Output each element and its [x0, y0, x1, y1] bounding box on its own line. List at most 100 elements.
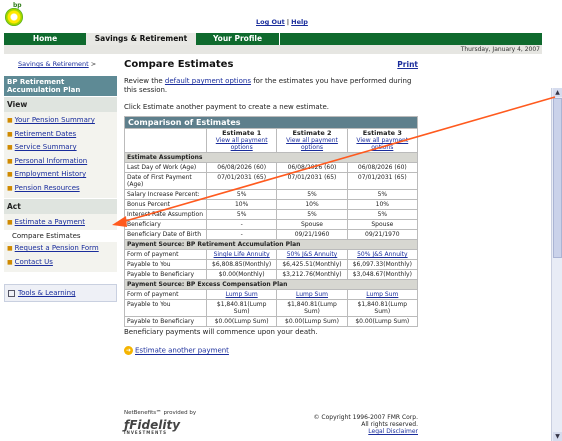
nav-label[interactable]: Contact Us [15, 258, 53, 266]
nav-your-pension-summary[interactable]: ■ Your Pension Summary [4, 114, 117, 128]
table-row: Payable to You $1,840.81(Lump Sum) $1,840.… [124, 299, 419, 317]
help-link[interactable]: Help [291, 18, 308, 26]
breadcrumb-separator: > [90, 60, 97, 68]
row-label: Salary Increase Percent: [124, 189, 207, 200]
top-links: Log Out | Help [256, 18, 308, 26]
title-row: Compare Estimates Print [124, 59, 418, 71]
logout-link[interactable]: Log Out [256, 18, 285, 26]
tab-your-profile[interactable]: Your Profile [196, 33, 280, 45]
nav-estimate-a-payment[interactable]: ■ Estimate a Payment [4, 216, 117, 230]
tools-learning-link[interactable]: Tools & Learning [18, 289, 76, 297]
table-cell: 06/08/2026 (60) [276, 162, 348, 173]
nav-label[interactable]: Personal Information [15, 157, 88, 165]
scroll-down-icon[interactable]: ▼ [553, 432, 562, 441]
nav-label[interactable]: Your Pension Summary [15, 116, 95, 124]
helios-icon [5, 8, 23, 26]
view-all-options-link-1[interactable]: View all payment options [209, 137, 274, 151]
arrow-right-icon: ➜ [124, 346, 133, 355]
intro-text-2: Click Estimate another payment to create… [124, 103, 329, 111]
view-all-options-link-3[interactable]: View all payment options [350, 137, 415, 151]
tab-home[interactable]: Home [4, 33, 86, 45]
scroll-thumb[interactable] [553, 98, 562, 258]
nav-label[interactable]: Request a Pension Form [15, 244, 99, 252]
comparison-table: Comparison of Estimates Estimate 1 View a… [124, 116, 419, 327]
bullet-icon: ■ [7, 130, 13, 138]
nav-contact-us[interactable]: ■ Contact Us [4, 256, 117, 270]
col-estimate-1: Estimate 1 View all payment options [205, 128, 278, 153]
table-cell: 07/01/2031 (65) [205, 172, 278, 190]
table-cell: $0.00(Monthly) [205, 269, 278, 280]
table-row: Form of payment Single Life Annuity 50% J&… [124, 249, 419, 260]
nav-label[interactable]: Service Summary [15, 143, 77, 151]
beneficiary-note: Beneficiary payments will commence upon … [124, 328, 318, 336]
bp-logo: bp [4, 2, 26, 28]
nav-service-summary[interactable]: ■ Service Summary [4, 141, 117, 155]
table-title: Comparison of Estimates [124, 116, 418, 129]
bullet-icon: ■ [7, 245, 13, 252]
table-cell: 10% [346, 199, 419, 210]
payment-form-link[interactable]: Lump Sum [296, 291, 328, 298]
nav-pension-resources[interactable]: ■ Pension Resources [4, 182, 117, 196]
default-payment-options-link[interactable]: default payment options [165, 77, 251, 85]
payment-form-link[interactable]: Lump Sum [366, 291, 398, 298]
vertical-scrollbar[interactable]: ▲ ▼ [551, 88, 562, 441]
print-link[interactable]: Print [397, 60, 418, 69]
act-list: ■ Estimate a Payment Compare Estimates ■ R… [4, 214, 117, 272]
payment-form-link[interactable]: 50% J&S Annuity [287, 251, 338, 258]
row-label: Payable to You [124, 259, 207, 270]
nav-label[interactable]: Employment History [15, 170, 87, 178]
nav-label[interactable]: Pension Resources [15, 184, 80, 192]
nav-request-a-pension-form[interactable]: ■ Request a Pension Form [4, 242, 117, 256]
row-label: Payable to Beneficiary [124, 269, 207, 280]
table-cell: 5% [205, 189, 278, 200]
table-cell: 07/01/2031 (65) [346, 172, 419, 190]
table-cell: Spouse [346, 219, 419, 230]
estimate-another-row[interactable]: ➜ Estimate another payment [124, 346, 418, 355]
nav-label[interactable]: Estimate a Payment [15, 218, 85, 226]
table-row: Date of First Payment (Age) 07/01/2031 (6… [124, 172, 419, 190]
payment-form-link[interactable]: Lump Sum [226, 291, 258, 298]
fidelity-logo: ƒFidelity INVESTMENTS [124, 418, 196, 435]
tab-savings-retirement[interactable]: Savings & Retirement [86, 33, 196, 45]
row-label: Date of First Payment (Age) [124, 172, 207, 190]
table-row: Payable to Beneficiary $0.00(Monthly) $3,2… [124, 269, 419, 280]
table-row: Form of payment Lump Sum Lump Sum Lump Sum [124, 289, 419, 300]
row-label: Last Day of Work (Age) [124, 162, 207, 173]
legal-disclaimer-link[interactable]: Legal Disclaimer [368, 428, 418, 435]
table-row: Bonus Percent 10% 10% 10% [124, 199, 419, 210]
table-cell: 09/21/1960 [276, 229, 348, 240]
row-label: Payable to You [124, 299, 207, 317]
nav-employment-history[interactable]: ■ Employment History [4, 168, 117, 182]
tools-learning-box[interactable]: Tools & Learning [4, 284, 117, 302]
col-title: Estimate 3 [362, 129, 402, 137]
table-row: Payable to Beneficiary $0.00(Lump Sum) $0.… [124, 316, 419, 327]
intro-text: Review the default payment options for t… [124, 77, 418, 95]
bullet-icon: ■ [7, 258, 13, 266]
table-cell: 5% [205, 209, 278, 220]
section-title: Estimate Assumptions [124, 152, 418, 163]
nav-label[interactable]: Retirement Dates [15, 130, 77, 138]
nav-personal-information[interactable]: ■ Personal Information [4, 155, 117, 169]
payment-form-link[interactable]: 50% J&S Annuity [357, 251, 408, 258]
table-row: Beneficiary Date of Birth -09/21/1960 09/2… [124, 229, 419, 240]
date-bar: Thursday, January 4, 2007 [4, 45, 542, 54]
main-content: Compare Estimates Print Review the defau… [124, 59, 419, 355]
table-cell: $6,097.33(Monthly) [346, 259, 419, 270]
row-label: Bonus Percent [124, 199, 207, 210]
breadcrumb-savings-link[interactable]: Savings & Retirement [18, 60, 89, 68]
table-cell: $1,840.81(Lump Sum) [276, 299, 348, 317]
payment-form-link[interactable]: Single Life Annuity [214, 251, 270, 258]
view-all-options-link-2[interactable]: View all payment options [279, 137, 344, 151]
table-cell: 06/08/2026 (60) [205, 162, 278, 173]
view-section-title: View [4, 97, 117, 112]
provided-by-text: NetBenefits℠ provided by [124, 410, 197, 416]
estimate-another-link[interactable]: Estimate another payment [135, 347, 229, 355]
table-row: Interest Rate Assumption 5% 5% 5% [124, 209, 419, 220]
fidelity-investments-text: INVESTMENTS [124, 430, 167, 435]
top-links-separator: | [286, 18, 290, 26]
act-section-title: Act [4, 199, 117, 214]
table-cell: Spouse [276, 219, 348, 230]
col-title: Estimate 1 [222, 129, 262, 137]
scroll-up-icon[interactable]: ▲ [553, 88, 562, 97]
nav-retirement-dates[interactable]: ■ Retirement Dates [4, 128, 117, 142]
